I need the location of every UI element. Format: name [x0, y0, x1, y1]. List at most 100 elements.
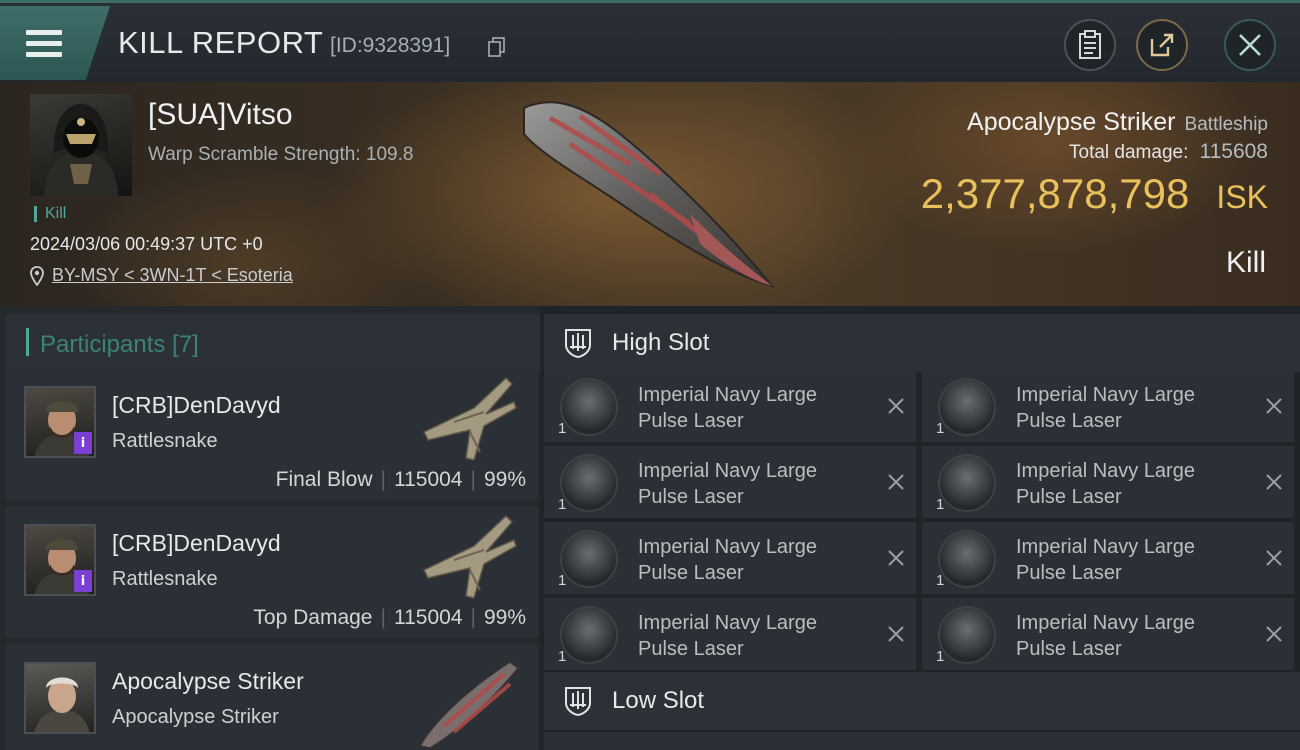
module-item[interactable]: 1 Imperial Navy Large Pulse Laser: [544, 446, 916, 518]
module-name: Imperial Navy Large Pulse Laser: [1016, 384, 1195, 432]
clipboard-icon: [1079, 30, 1101, 59]
low-slot-header: Low Slot: [544, 672, 1300, 730]
total-damage-line: Total damage: 115608: [1069, 140, 1268, 164]
kill-result-label: Kill: [1225, 246, 1266, 279]
module-name: Imperial Navy Large Pulse Laser: [1016, 536, 1195, 584]
participant-avatar[interactable]: i: [24, 524, 96, 596]
participant-ship-image: [422, 376, 517, 461]
module-name: Imperial Navy Large Pulse Laser: [1016, 612, 1195, 660]
module-quantity: 1: [936, 496, 945, 513]
participant-role: Top Damage: [253, 606, 373, 629]
report-id: [ID:9328391]: [330, 34, 451, 57]
module-item[interactable]: 1 Imperial Navy Large Pulse Laser: [544, 370, 916, 442]
top-bar: KILL REPORT [ID:9328391]: [0, 0, 1300, 82]
module-item[interactable]: 1 Imperial Navy Large Pulse Laser: [544, 598, 916, 670]
participants-title: Participants [7]: [40, 331, 199, 358]
pulse-laser-icon: [560, 606, 618, 664]
high-slot-icon: [565, 329, 591, 359]
module-quantity: 1: [558, 496, 567, 513]
victim-ship-render: [523, 101, 775, 288]
menu-button[interactable]: [0, 6, 110, 80]
menu-icon: [26, 30, 62, 58]
participant-ship-image: [418, 661, 520, 748]
isk-value-line: 2,377,878,798 ISK: [921, 170, 1268, 218]
module-quantity: 1: [936, 572, 945, 589]
module-item[interactable]: 1 Imperial Navy Large Pulse Laser: [922, 598, 1294, 670]
participants-panel: Participants [7] i [CRB]DenDavyd Rattles…: [0, 306, 540, 750]
location-text[interactable]: BY-MSY < 3WN-1T < Esoteria: [52, 265, 293, 286]
warp-scramble-strength: Warp Scramble Strength: 109.8: [148, 144, 414, 165]
participant-stats: Final Blow | 115004 | 99%: [275, 468, 526, 491]
location-pin-icon: [30, 265, 44, 286]
isk-value: 2,377,878,798: [920, 170, 1190, 217]
kill-timestamp: 2024/03/06 00:49:37 UTC +0: [30, 234, 263, 254]
module-quantity: 1: [936, 420, 945, 437]
participant-percent: 99%: [483, 606, 526, 629]
module-quantity: 1: [558, 648, 567, 665]
module-name: Imperial Navy Large Pulse Laser: [638, 384, 817, 432]
module-quantity: 1: [936, 648, 945, 665]
destroyed-x-icon: [1266, 626, 1282, 642]
participant-damage: 115004: [393, 606, 463, 629]
module-quantity: 1: [558, 420, 567, 437]
participant-badge: i: [74, 570, 92, 592]
participant-avatar[interactable]: [24, 662, 96, 734]
destroyed-x-icon: [888, 550, 904, 566]
participant-damage: 115004: [393, 468, 463, 491]
module-item[interactable]: 1 Imperial Navy Large Pulse Laser: [922, 446, 1294, 518]
participant-badge: i: [74, 432, 92, 454]
high-slot-header: High Slot: [544, 314, 1300, 372]
isk-unit: ISK: [1216, 179, 1268, 215]
module-item[interactable]: 1 Imperial Navy Large Pulse Laser: [544, 522, 916, 594]
close-button[interactable]: [1224, 19, 1276, 71]
fitting-panel: High Slot 1 Imperial Navy Large Pulse La…: [540, 306, 1300, 750]
participant-avatar[interactable]: i: [24, 386, 96, 458]
victim-name[interactable]: [SUA]Vitso: [148, 98, 293, 132]
participant-ship: Rattlesnake: [112, 568, 218, 590]
pulse-laser-icon: [560, 378, 618, 436]
close-icon: [1239, 34, 1261, 56]
module-name: Imperial Navy Large Pulse Laser: [1016, 460, 1195, 508]
participant-row[interactable]: i [CRB]DenDavyd Rattlesnake Final Blow | 1…: [6, 368, 538, 500]
module-item[interactable]: 1 Imperial Navy Large Pulse Laser: [922, 522, 1294, 594]
share-icon: [1150, 33, 1174, 57]
victim-ship-class: Battleship: [1184, 114, 1268, 135]
clipboard-button[interactable]: [1064, 19, 1116, 71]
total-damage-label: Total damage:: [1069, 142, 1189, 163]
destroyed-x-icon: [888, 626, 904, 642]
low-slot-title: Low Slot: [612, 687, 705, 714]
participant-row[interactable]: i [CRB]DenDavyd Rattlesnake Top Damage | 1…: [6, 506, 538, 638]
total-damage-value: 115608: [1199, 140, 1268, 163]
participant-percent: 99%: [483, 468, 526, 491]
destroyed-x-icon: [1266, 474, 1282, 490]
share-button[interactable]: [1136, 19, 1188, 71]
participants-header: Participants [7]: [6, 314, 540, 372]
participant-name[interactable]: [CRB]DenDavyd: [112, 392, 281, 419]
victim-ship-name[interactable]: Apocalypse Striker: [967, 108, 1175, 136]
copy-icon[interactable]: [488, 37, 506, 57]
destroyed-x-icon: [1266, 398, 1282, 414]
kill-tag: Kill: [34, 206, 66, 222]
participant-ship-image: [422, 514, 517, 599]
participant-role: Final Blow: [275, 468, 373, 491]
page-title: KILL REPORT: [118, 25, 324, 60]
module-item[interactable]: 1 Imperial Navy Large Pulse Laser: [922, 370, 1294, 442]
victim-banner: [SUA]Vitso Warp Scramble Strength: 109.8…: [0, 82, 1300, 306]
pulse-laser-icon: [938, 530, 996, 588]
high-slot-title: High Slot: [612, 329, 710, 356]
participant-name[interactable]: [CRB]DenDavyd: [112, 530, 281, 557]
destroyed-x-icon: [888, 398, 904, 414]
participant-name[interactable]: Apocalypse Striker: [112, 668, 304, 695]
participant-row[interactable]: Apocalypse Striker Apocalypse Striker: [6, 644, 538, 750]
participant-ship: Rattlesnake: [112, 430, 218, 452]
pulse-laser-icon: [938, 606, 996, 664]
location-link[interactable]: BY-MSY < 3WN-1T < Esoteria: [30, 265, 293, 286]
module-quantity: 1: [558, 572, 567, 589]
pulse-laser-icon: [560, 454, 618, 512]
participant-stats: Top Damage | 115004 | 99%: [253, 606, 526, 629]
low-slot-module-row[interactable]: [544, 732, 1300, 750]
pulse-laser-icon: [938, 454, 996, 512]
participants-accent-bar: [26, 328, 29, 356]
victim-avatar[interactable]: [30, 94, 132, 196]
module-name: Imperial Navy Large Pulse Laser: [638, 460, 817, 508]
